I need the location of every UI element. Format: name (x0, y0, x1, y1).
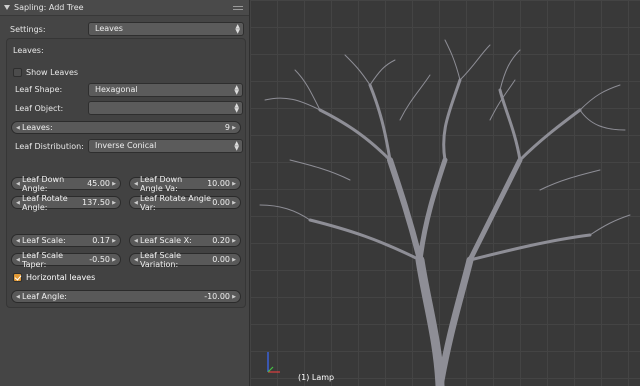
left-arrow-icon[interactable]: ◀ (134, 200, 138, 206)
operator-panel: Sapling: Add Tree Settings: Leaves ▲ ▼ Le… (0, 0, 250, 386)
leaf-distribution-value: Inverse Conical (95, 141, 157, 150)
collapse-triangle-icon[interactable] (4, 5, 10, 10)
leaf-scale-variation-label: Leaf Scale Variation: (140, 250, 182, 269)
horizontal-leaves-label: Horizontal leaves (26, 273, 96, 282)
leaf-scale-value: 0.17 (92, 236, 110, 245)
left-arrow-icon[interactable]: ◀ (134, 181, 138, 187)
left-arrow-icon[interactable]: ◀ (134, 257, 138, 263)
leaf-down-angle-label: Leaf Down Angle: (22, 174, 65, 193)
active-object-label: (1) Lamp (298, 373, 335, 382)
leaf-rotate-angle-field[interactable]: ◀ Leaf Rotate Angle: 137.50 ▶ (11, 193, 121, 212)
show-leaves-checkbox[interactable] (13, 68, 22, 77)
horizontal-leaves-checkbox[interactable] (13, 273, 22, 282)
leaf-rotate-angle-label: Leaf Rotate Angle: (22, 193, 68, 212)
leaf-angle-label: Leaf Angle: (22, 292, 67, 301)
leaf-scale-label: Leaf Scale: (22, 236, 66, 245)
right-arrow-icon[interactable]: ▶ (112, 257, 116, 263)
leaf-angle-value: -10.00 (204, 292, 230, 301)
leaf-down-angle-var-label: Leaf Down Angle Va: (140, 174, 183, 193)
leaf-scale-taper-value: -0.50 (89, 255, 110, 264)
leaf-angle-field[interactable]: ◀ Leaf Angle: -10.00 ▶ (11, 290, 241, 303)
leaf-down-angle-var-field[interactable]: ◀ Leaf Down Angle Va: 10.00 ▶ (129, 174, 241, 193)
leaf-object-dropdown[interactable]: ▲ ▼ (88, 101, 243, 115)
right-arrow-icon[interactable]: ▶ (232, 125, 236, 131)
settings-value: Leaves (95, 24, 123, 33)
panel-title: Sapling: Add Tree (14, 3, 84, 12)
leaves-count-field[interactable]: ◀ Leaves: 9 ▶ (11, 121, 241, 134)
dropdown-arrows-icon: ▲ ▼ (234, 140, 239, 152)
left-arrow-icon[interactable]: ◀ (16, 181, 20, 187)
leaf-scale-variation-field[interactable]: ◀ Leaf Scale Variation: 0.00 ▶ (129, 250, 241, 269)
dropdown-arrows-icon: ▲ ▼ (235, 23, 240, 35)
leaf-object-label: Leaf Object: (15, 104, 64, 113)
left-arrow-icon[interactable]: ◀ (16, 125, 20, 131)
panel-header[interactable]: Sapling: Add Tree (0, 0, 249, 16)
dropdown-arrows-icon: ▲ ▼ (234, 102, 239, 114)
dropdown-arrows-icon: ▲ ▼ (234, 84, 239, 96)
right-arrow-icon[interactable]: ▶ (232, 181, 236, 187)
leaf-scale-field[interactable]: ◀ Leaf Scale: 0.17 ▶ (11, 234, 121, 247)
leaves-section-label: Leaves: (13, 46, 44, 55)
right-arrow-icon[interactable]: ▶ (232, 200, 236, 206)
left-arrow-icon[interactable]: ◀ (16, 257, 20, 263)
settings-label: Settings: (10, 25, 46, 34)
axis-gizmo-icon (267, 352, 280, 373)
leaf-shape-label: Leaf Shape: (15, 85, 63, 94)
leaf-rotate-angle-var-label: Leaf Rotate Angle Var: (140, 193, 211, 212)
right-arrow-icon[interactable]: ▶ (112, 200, 116, 206)
leaves-count-label: Leaves: (22, 123, 53, 132)
left-arrow-icon[interactable]: ◀ (16, 238, 20, 244)
leaves-settings-box: Leaves: Show Leaves Leaf Shape: Hexagona… (6, 38, 246, 308)
leaf-scale-variation-value: 0.00 (212, 255, 230, 264)
leaf-scale-x-value: 0.20 (212, 236, 230, 245)
left-arrow-icon[interactable]: ◀ (134, 238, 138, 244)
settings-dropdown[interactable]: Leaves ▲ ▼ (88, 22, 244, 36)
leaf-down-angle-value: 45.00 (87, 179, 110, 188)
leaf-shape-value: Hexagonal (95, 85, 138, 94)
leaf-down-angle-field[interactable]: ◀ Leaf Down Angle: 45.00 ▶ (11, 174, 121, 193)
leaf-distribution-label: Leaf Distribution: (15, 142, 84, 151)
leaf-shape-dropdown[interactable]: Hexagonal ▲ ▼ (88, 83, 243, 97)
leaf-rotate-angle-var-field[interactable]: ◀ Leaf Rotate Angle Var: 0.00 ▶ (129, 193, 241, 212)
leaf-scale-x-label: Leaf Scale X: (140, 236, 192, 245)
left-arrow-icon[interactable]: ◀ (16, 294, 20, 300)
right-arrow-icon[interactable]: ▶ (232, 257, 236, 263)
3d-viewport[interactable]: (1) Lamp (250, 0, 640, 386)
leaf-down-angle-var-value: 10.00 (207, 179, 230, 188)
show-leaves-label: Show Leaves (26, 68, 79, 77)
left-arrow-icon[interactable]: ◀ (16, 200, 20, 206)
right-arrow-icon[interactable]: ▶ (232, 238, 236, 244)
right-arrow-icon[interactable]: ▶ (112, 238, 116, 244)
leaf-distribution-dropdown[interactable]: Inverse Conical ▲ ▼ (88, 139, 243, 153)
leaf-scale-x-field[interactable]: ◀ Leaf Scale X: 0.20 ▶ (129, 234, 241, 247)
leaves-count-value: 9 (224, 123, 230, 132)
right-arrow-icon[interactable]: ▶ (112, 181, 116, 187)
leaf-rotate-angle-value: 137.50 (82, 198, 110, 207)
leaf-rotate-angle-var-value: 0.00 (212, 198, 230, 207)
panel-grip-icon[interactable] (233, 6, 243, 10)
leaf-scale-taper-field[interactable]: ◀ Leaf Scale Taper: -0.50 ▶ (11, 250, 121, 269)
right-arrow-icon[interactable]: ▶ (232, 294, 236, 300)
tree-mesh (259, 39, 631, 386)
leaf-scale-taper-label: Leaf Scale Taper: (22, 250, 64, 269)
